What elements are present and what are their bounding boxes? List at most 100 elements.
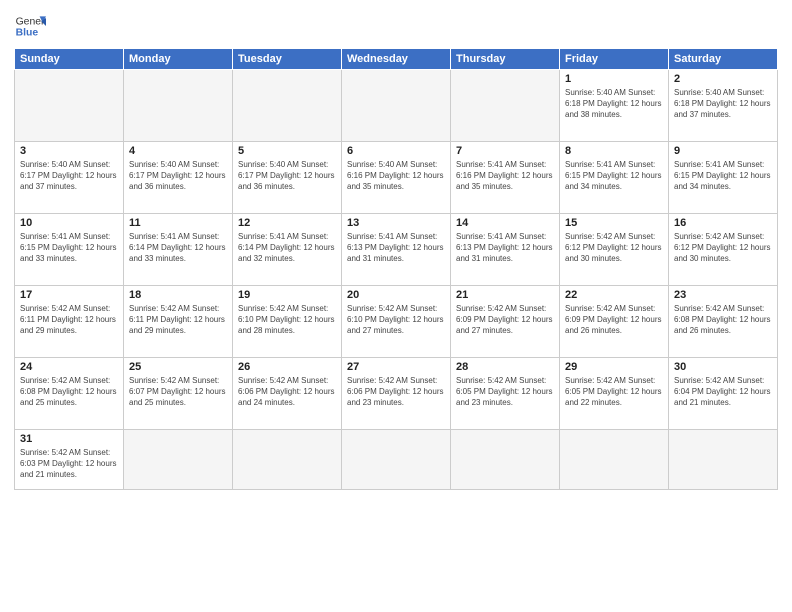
day-info: Sunrise: 5:40 AM Sunset: 6:17 PM Dayligh… <box>238 159 336 193</box>
week-row-6: 31 Sunrise: 5:42 AM Sunset: 6:03 PM Dayli… <box>15 430 778 490</box>
day-info: Sunrise: 5:42 AM Sunset: 6:11 PM Dayligh… <box>20 303 118 337</box>
calendar-cell: 16 Sunrise: 5:42 AM Sunset: 6:12 PM Dayli… <box>669 214 778 286</box>
calendar-cell: 29 Sunrise: 5:42 AM Sunset: 6:05 PM Dayli… <box>560 358 669 430</box>
day-info: Sunrise: 5:42 AM Sunset: 6:04 PM Dayligh… <box>674 375 772 409</box>
generalblue-logo-icon: General Blue <box>14 10 46 42</box>
calendar-cell: 1Sunrise: 5:40 AM Sunset: 6:18 PM Daylig… <box>560 70 669 142</box>
day-info: Sunrise: 5:41 AM Sunset: 6:15 PM Dayligh… <box>674 159 772 193</box>
day-number: 10 <box>20 217 118 229</box>
day-number: 14 <box>456 217 554 229</box>
day-number: 12 <box>238 217 336 229</box>
day-number: 26 <box>238 361 336 373</box>
day-info: Sunrise: 5:41 AM Sunset: 6:15 PM Dayligh… <box>20 231 118 265</box>
svg-text:Blue: Blue <box>16 28 39 39</box>
calendar-cell: 31 Sunrise: 5:42 AM Sunset: 6:03 PM Dayli… <box>15 430 124 490</box>
calendar-cell <box>342 70 451 142</box>
calendar-cell: 4 Sunrise: 5:40 AM Sunset: 6:17 PM Daylig… <box>124 142 233 214</box>
day-info: Sunrise: 5:41 AM Sunset: 6:16 PM Dayligh… <box>456 159 554 193</box>
weekday-header-thursday: Thursday <box>451 49 560 70</box>
day-number: 28 <box>456 361 554 373</box>
day-number: 6 <box>347 145 445 157</box>
day-info: Sunrise: 5:40 AM Sunset: 6:18 PM Dayligh… <box>674 87 772 121</box>
day-info: Sunrise: 5:42 AM Sunset: 6:12 PM Dayligh… <box>565 231 663 265</box>
week-row-2: 3 Sunrise: 5:40 AM Sunset: 6:17 PM Daylig… <box>15 142 778 214</box>
calendar-cell: 27Sunrise: 5:42 AM Sunset: 6:06 PM Dayli… <box>342 358 451 430</box>
calendar-cell <box>124 70 233 142</box>
calendar-cell <box>233 70 342 142</box>
weekday-header-tuesday: Tuesday <box>233 49 342 70</box>
day-info: Sunrise: 5:41 AM Sunset: 6:13 PM Dayligh… <box>347 231 445 265</box>
calendar-cell: 13Sunrise: 5:41 AM Sunset: 6:13 PM Dayli… <box>342 214 451 286</box>
calendar-cell <box>233 430 342 490</box>
calendar-cell: 30 Sunrise: 5:42 AM Sunset: 6:04 PM Dayli… <box>669 358 778 430</box>
calendar-cell: 7 Sunrise: 5:41 AM Sunset: 6:16 PM Daylig… <box>451 142 560 214</box>
day-number: 4 <box>129 145 227 157</box>
calendar-cell: 14 Sunrise: 5:41 AM Sunset: 6:13 PM Dayli… <box>451 214 560 286</box>
weekday-header-saturday: Saturday <box>669 49 778 70</box>
day-number: 16 <box>674 217 772 229</box>
day-info: Sunrise: 5:42 AM Sunset: 6:05 PM Dayligh… <box>565 375 663 409</box>
calendar-cell: 8 Sunrise: 5:41 AM Sunset: 6:15 PM Daylig… <box>560 142 669 214</box>
calendar-cell: 22Sunrise: 5:42 AM Sunset: 6:09 PM Dayli… <box>560 286 669 358</box>
calendar-cell: 11 Sunrise: 5:41 AM Sunset: 6:14 PM Dayli… <box>124 214 233 286</box>
calendar-cell: 26 Sunrise: 5:42 AM Sunset: 6:06 PM Dayli… <box>233 358 342 430</box>
week-row-5: 24Sunrise: 5:42 AM Sunset: 6:08 PM Dayli… <box>15 358 778 430</box>
day-info: Sunrise: 5:42 AM Sunset: 6:12 PM Dayligh… <box>674 231 772 265</box>
day-number: 23 <box>674 289 772 301</box>
day-info: Sunrise: 5:41 AM Sunset: 6:13 PM Dayligh… <box>456 231 554 265</box>
day-number: 31 <box>20 433 118 445</box>
calendar-cell: 2 Sunrise: 5:40 AM Sunset: 6:18 PM Daylig… <box>669 70 778 142</box>
day-info: Sunrise: 5:41 AM Sunset: 6:14 PM Dayligh… <box>129 231 227 265</box>
calendar-cell: 15 Sunrise: 5:42 AM Sunset: 6:12 PM Dayli… <box>560 214 669 286</box>
calendar-cell <box>669 430 778 490</box>
day-info: Sunrise: 5:42 AM Sunset: 6:05 PM Dayligh… <box>456 375 554 409</box>
calendar-cell: 18Sunrise: 5:42 AM Sunset: 6:11 PM Dayli… <box>124 286 233 358</box>
day-number: 20 <box>347 289 445 301</box>
header: General Blue <box>14 10 778 42</box>
day-info: Sunrise: 5:42 AM Sunset: 6:06 PM Dayligh… <box>238 375 336 409</box>
day-number: 2 <box>674 73 772 85</box>
week-row-1: 1 Sunrise: 5:40 AM Sunset: 6:18 PM Daylig… <box>15 70 778 142</box>
day-info: Sunrise: 5:41 AM Sunset: 6:15 PM Dayligh… <box>565 159 663 193</box>
calendar-cell: 28 Sunrise: 5:42 AM Sunset: 6:05 PM Dayli… <box>451 358 560 430</box>
calendar-cell <box>124 430 233 490</box>
day-info: Sunrise: 5:42 AM Sunset: 6:11 PM Dayligh… <box>129 303 227 337</box>
day-number: 30 <box>674 361 772 373</box>
calendar-table: SundayMondayTuesdayWednesdayThursdayFrid… <box>14 48 778 490</box>
day-number: 11 <box>129 217 227 229</box>
day-number: 8 <box>565 145 663 157</box>
calendar-cell: 10 Sunrise: 5:41 AM Sunset: 6:15 PM Dayli… <box>15 214 124 286</box>
week-row-3: 10 Sunrise: 5:41 AM Sunset: 6:15 PM Dayli… <box>15 214 778 286</box>
calendar-cell: 24Sunrise: 5:42 AM Sunset: 6:08 PM Dayli… <box>15 358 124 430</box>
day-info: Sunrise: 5:41 AM Sunset: 6:14 PM Dayligh… <box>238 231 336 265</box>
calendar-cell: 5 Sunrise: 5:40 AM Sunset: 6:17 PM Daylig… <box>233 142 342 214</box>
weekday-header-wednesday: Wednesday <box>342 49 451 70</box>
day-info: Sunrise: 5:40 AM Sunset: 6:17 PM Dayligh… <box>20 159 118 193</box>
day-number: 15 <box>565 217 663 229</box>
day-info: Sunrise: 5:42 AM Sunset: 6:08 PM Dayligh… <box>20 375 118 409</box>
day-number: 25 <box>129 361 227 373</box>
day-number: 7 <box>456 145 554 157</box>
day-number: 3 <box>20 145 118 157</box>
calendar-cell: 23 Sunrise: 5:42 AM Sunset: 6:08 PM Dayli… <box>669 286 778 358</box>
day-info: Sunrise: 5:40 AM Sunset: 6:17 PM Dayligh… <box>129 159 227 193</box>
calendar-cell: 12 Sunrise: 5:41 AM Sunset: 6:14 PM Dayli… <box>233 214 342 286</box>
week-row-4: 17Sunrise: 5:42 AM Sunset: 6:11 PM Dayli… <box>15 286 778 358</box>
day-info: Sunrise: 5:42 AM Sunset: 6:10 PM Dayligh… <box>238 303 336 337</box>
day-number: 19 <box>238 289 336 301</box>
day-number: 5 <box>238 145 336 157</box>
day-number: 29 <box>565 361 663 373</box>
day-number: 1 <box>565 73 663 85</box>
page: General Blue SundayMondayTuesdayWednesda… <box>0 0 792 612</box>
day-info: Sunrise: 5:42 AM Sunset: 6:10 PM Dayligh… <box>347 303 445 337</box>
weekday-header-monday: Monday <box>124 49 233 70</box>
calendar-cell: 19 Sunrise: 5:42 AM Sunset: 6:10 PM Dayli… <box>233 286 342 358</box>
day-number: 27 <box>347 361 445 373</box>
calendar-cell: 9Sunrise: 5:41 AM Sunset: 6:15 PM Daylig… <box>669 142 778 214</box>
day-info: Sunrise: 5:42 AM Sunset: 6:07 PM Dayligh… <box>129 375 227 409</box>
day-info: Sunrise: 5:42 AM Sunset: 6:03 PM Dayligh… <box>20 447 118 481</box>
day-info: Sunrise: 5:42 AM Sunset: 6:08 PM Dayligh… <box>674 303 772 337</box>
day-info: Sunrise: 5:42 AM Sunset: 6:09 PM Dayligh… <box>565 303 663 337</box>
calendar-cell <box>342 430 451 490</box>
weekday-header-sunday: Sunday <box>15 49 124 70</box>
